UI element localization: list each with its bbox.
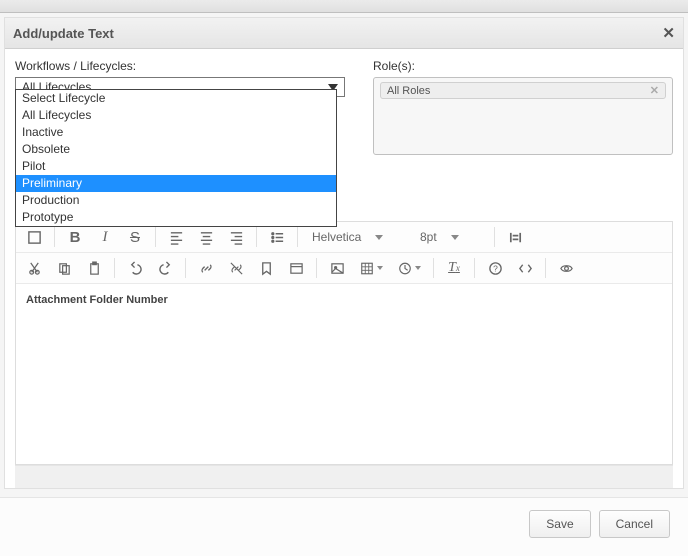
- dialog: Add/update Text ✕ Workflows / Lifecycles…: [4, 17, 684, 489]
- toolbar-row-2: Tx ?: [16, 253, 672, 284]
- lifecycle-option[interactable]: All Lifecycles: [16, 107, 336, 124]
- link-icon[interactable]: [192, 256, 220, 280]
- font-size-value: 8pt: [420, 230, 437, 244]
- strike-icon[interactable]: S: [121, 225, 149, 249]
- clock-icon[interactable]: [391, 256, 427, 280]
- close-icon[interactable]: ✕: [662, 24, 675, 42]
- lifecycle-option[interactable]: Select Lifecycle: [16, 90, 336, 107]
- chevron-down-icon: [375, 235, 383, 240]
- unlink-icon[interactable]: [222, 256, 250, 280]
- checkbox-icon[interactable]: [20, 225, 48, 249]
- chevron-down-icon: [451, 235, 459, 240]
- copy-icon[interactable]: [50, 256, 78, 280]
- editor-content[interactable]: Attachment Folder Number: [16, 284, 672, 464]
- save-button[interactable]: Save: [529, 510, 590, 538]
- roles-label: Role(s):: [373, 59, 673, 73]
- bold-icon[interactable]: B: [61, 225, 89, 249]
- undo-icon[interactable]: [121, 256, 149, 280]
- font-name-select[interactable]: Helvetica: [304, 225, 410, 249]
- redo-icon[interactable]: [151, 256, 179, 280]
- workflows-label: Workflows / Lifecycles:: [15, 59, 345, 73]
- lifecycle-option[interactable]: Preliminary: [16, 175, 336, 192]
- lifecycle-option[interactable]: Inactive: [16, 124, 336, 141]
- bookmark-icon[interactable]: [252, 256, 280, 280]
- align-center-icon[interactable]: [192, 225, 220, 249]
- image-icon[interactable]: [323, 256, 351, 280]
- preview-icon[interactable]: [552, 256, 580, 280]
- editor-text: Attachment Folder Number: [26, 294, 168, 306]
- rich-text-editor: B I S Helvetica 8pt: [15, 221, 673, 465]
- lifecycle-option[interactable]: Obsolete: [16, 141, 336, 158]
- table-icon[interactable]: [353, 256, 389, 280]
- paste-icon[interactable]: [80, 256, 108, 280]
- dialog-header[interactable]: Add/update Text ✕: [5, 18, 683, 49]
- svg-text:?: ?: [493, 263, 498, 273]
- help-icon[interactable]: ?: [481, 256, 509, 280]
- font-name-value: Helvetica: [312, 230, 361, 244]
- italic-icon[interactable]: I: [91, 225, 119, 249]
- dialog-status-bar: [15, 465, 673, 488]
- lifecycle-option[interactable]: Production: [16, 192, 336, 209]
- unordered-list-icon[interactable]: [263, 225, 291, 249]
- cancel-button[interactable]: Cancel: [599, 510, 670, 538]
- font-size-select[interactable]: 8pt: [412, 225, 488, 249]
- code-block-icon[interactable]: [282, 256, 310, 280]
- roles-field[interactable]: All Roles ✕: [373, 77, 673, 155]
- role-pill[interactable]: All Roles ✕: [380, 82, 666, 99]
- dialog-title: Add/update Text: [13, 26, 114, 41]
- align-left-icon[interactable]: [162, 225, 190, 249]
- find-icon[interactable]: [501, 225, 529, 249]
- lifecycle-option[interactable]: Pilot: [16, 158, 336, 175]
- source-icon[interactable]: [511, 256, 539, 280]
- role-pill-label: All Roles: [387, 85, 430, 97]
- clear-format-icon[interactable]: Tx: [440, 256, 468, 280]
- lifecycle-option[interactable]: Prototype: [16, 209, 336, 226]
- dialog-button-bar: Save Cancel: [0, 497, 688, 556]
- remove-role-icon[interactable]: ✕: [650, 84, 659, 97]
- align-right-icon[interactable]: [222, 225, 250, 249]
- cut-icon[interactable]: [20, 256, 48, 280]
- lifecycle-dropdown[interactable]: Select LifecycleAll LifecyclesInactiveOb…: [15, 89, 337, 227]
